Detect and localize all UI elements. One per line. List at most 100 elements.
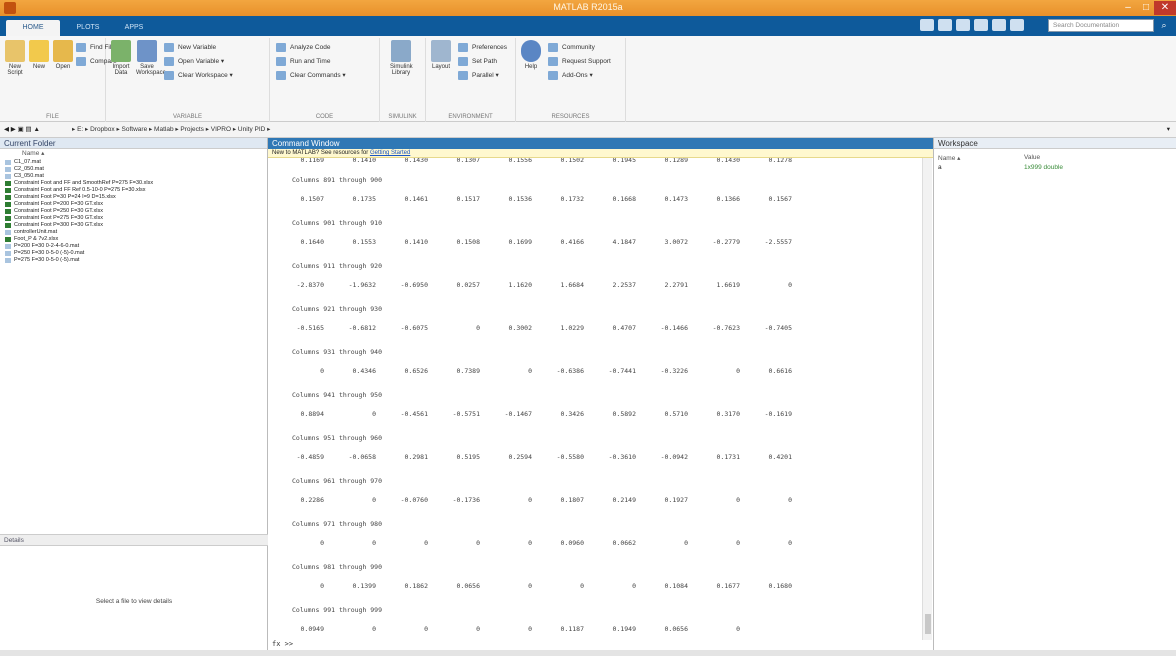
set-path-button[interactable]: Set Path [458, 56, 497, 67]
value-cell: 0.1699 [508, 238, 532, 246]
getting-started-link[interactable]: Getting Started [370, 150, 410, 156]
file-name: Constraint Foot P=30 P=24 I=9 D=15.xlsx [14, 194, 116, 200]
paste-icon[interactable] [974, 19, 988, 31]
column-range-header: Columns 961 through 970 [292, 477, 383, 485]
name-column-header[interactable]: Name ▴ [0, 149, 267, 159]
analyze-code-button[interactable]: Analyze Code [276, 42, 330, 53]
new-script-button[interactable]: New Script [4, 40, 26, 76]
clear-commands-button[interactable]: Clear Commands ▾ [276, 70, 346, 81]
value-cell: 0.1473 [664, 195, 688, 203]
save-icon[interactable] [920, 19, 934, 31]
parallel-button[interactable]: Parallel ▾ [458, 70, 499, 81]
close-button[interactable]: ✕ [1154, 1, 1176, 15]
open-button[interactable]: Open [52, 40, 74, 70]
file-item[interactable]: P=250 F=30 0-5-0 (-5)-0.mat [0, 250, 267, 257]
file-item[interactable]: Constraint Foot P=250 F=30 GT.xlsx [0, 208, 267, 215]
browse-arrow-icon[interactable]: ▾ [1167, 122, 1170, 138]
add-ons-button[interactable]: Add-Ons ▾ [548, 70, 593, 81]
value-cell: 0 [320, 367, 324, 375]
ws-var-value[interactable]: 1x999 double [1024, 164, 1063, 171]
tab-home[interactable]: HOME [6, 20, 60, 36]
file-name: P=275 F=30 0-5-0 (-5).mat [14, 257, 80, 263]
ws-var-name[interactable]: a [938, 164, 942, 171]
ws-name-column-header[interactable]: Name ▴ [938, 154, 960, 162]
file-item[interactable]: P=200 F=30 0-2-4-6-0.mat [0, 243, 267, 250]
mat-file-icon [5, 160, 11, 165]
command-output[interactable]: 0.1169 0.1410 0.1430 0.1307 0.1556 0.1502 0.19… [268, 158, 920, 640]
value-row: 0.8894 0 -0.4561 -0.5751 -0.1467 0.3426 0.5892… [268, 410, 908, 419]
value-cell: 0 [788, 496, 792, 504]
file-item[interactable]: Constraint Foot P=200 F=30 GT.xlsx [0, 201, 267, 208]
file-item[interactable]: Constraint Foot and FF Ref 0.5-10-0 P=27… [0, 187, 267, 194]
value-cell: 0.1731 [716, 453, 740, 461]
excel-file-icon [5, 202, 11, 207]
scrollbar-thumb[interactable] [925, 614, 931, 634]
search-icon[interactable]: ⌕ [1156, 19, 1172, 32]
clear-workspace-button[interactable]: Clear Workspace ▾ [164, 70, 233, 81]
value-row: -0.4859 -0.0658 0.2981 0.5195 0.2594 -0.5580 -… [268, 453, 908, 462]
cut-icon[interactable] [938, 19, 952, 31]
new-variable-button[interactable]: New Variable [164, 42, 216, 53]
value-row: 0.1640 0.1553 0.1410 0.1508 0.1699 0.4166 4.18… [268, 238, 908, 247]
value-cell: 0.7389 [456, 367, 480, 375]
open-variable-button[interactable]: Open Variable ▾ [164, 56, 224, 67]
value-cell: 0.1927 [664, 496, 688, 504]
command-prompt[interactable]: fx >> [272, 640, 293, 648]
value-cell: -0.4859 [296, 453, 324, 461]
import-data-button[interactable]: Import Data [110, 40, 132, 76]
current-folder-title: Current Folder [0, 138, 267, 149]
value-cell: 0 [788, 281, 792, 289]
request-support-button[interactable]: Request Support [548, 56, 611, 67]
search-documentation-input[interactable]: Search Documentation [1048, 19, 1154, 32]
value-cell: 1.0229 [560, 324, 584, 332]
value-cell: 0 [736, 496, 740, 504]
value-cell: 0.1732 [560, 195, 584, 203]
help-button[interactable]: Help [520, 40, 542, 70]
value-cell: 0.1536 [508, 195, 532, 203]
value-cell: -0.6812 [348, 324, 376, 332]
help-icon[interactable] [1010, 19, 1024, 31]
file-item[interactable]: C3_050.mat [0, 173, 267, 180]
value-cell: 0.5892 [612, 410, 636, 418]
file-item[interactable]: Constraint Foot and FF and SmoothRef P=2… [0, 180, 267, 187]
nav-buttons[interactable]: ◀ ▶ ▣ ▤ ▲ [4, 122, 40, 138]
save-workspace-button[interactable]: Save Workspace [136, 40, 166, 76]
maximize-button[interactable]: □ [1136, 1, 1156, 15]
undo-icon[interactable] [992, 19, 1006, 31]
value-cell: 0.1735 [352, 195, 376, 203]
community-button[interactable]: Community [548, 42, 595, 53]
command-scrollbar[interactable] [922, 158, 932, 640]
value-cell: 0.6616 [768, 367, 792, 375]
new-button[interactable]: New [28, 40, 50, 70]
file-item[interactable]: Constraint Foot P=275 F=30 GT.xlsx [0, 215, 267, 222]
folder-icon [53, 40, 73, 62]
value-cell: -0.5165 [296, 324, 324, 332]
file-name: P=200 F=30 0-2-4-6-0.mat [14, 243, 80, 249]
breadcrumb[interactable]: ▸ E: ▸ Dropbox ▸ Software ▸ Matlab ▸ Pro… [72, 122, 270, 138]
value-cell: 0.1567 [768, 195, 792, 203]
file-item[interactable]: Foot_P & 7v2.xlsx [0, 236, 267, 243]
value-cell: -0.5751 [452, 410, 480, 418]
file-group: New Script New Open Find Files Compare F… [0, 38, 118, 122]
value-cell: 0.3170 [716, 410, 740, 418]
minimize-button[interactable]: – [1118, 1, 1138, 15]
tab-plots[interactable]: PLOTS [66, 20, 110, 36]
copy-icon[interactable] [956, 19, 970, 31]
ws-value-column-header[interactable]: Value [1024, 154, 1040, 161]
file-item[interactable]: controllerUnit.mat [0, 229, 267, 236]
preferences-button[interactable]: Preferences [458, 42, 507, 53]
tab-apps[interactable]: APPS [114, 20, 154, 36]
file-name: P=250 F=30 0-5-0 (-5)-0.mat [14, 250, 85, 256]
simulink-library-button[interactable]: Simulink Library [390, 40, 413, 76]
layout-button[interactable]: Layout [430, 40, 452, 70]
value-cell: 0.2981 [404, 453, 428, 461]
value-cell: 0.1677 [716, 582, 740, 590]
file-item[interactable]: C2_050.mat [0, 166, 267, 173]
file-item[interactable]: Constraint Foot P=30 P=24 I=9 D=15.xlsx [0, 194, 267, 201]
file-item[interactable]: C1_07.mat [0, 159, 267, 166]
value-cell: 0 [528, 539, 532, 547]
run-and-time-button[interactable]: Run and Time [276, 56, 330, 67]
details-header[interactable]: Details [0, 534, 268, 546]
file-item[interactable]: Constraint Foot P=300 F=30 GT.xlsx [0, 222, 267, 229]
file-item[interactable]: P=275 F=30 0-5-0 (-5).mat [0, 257, 267, 264]
